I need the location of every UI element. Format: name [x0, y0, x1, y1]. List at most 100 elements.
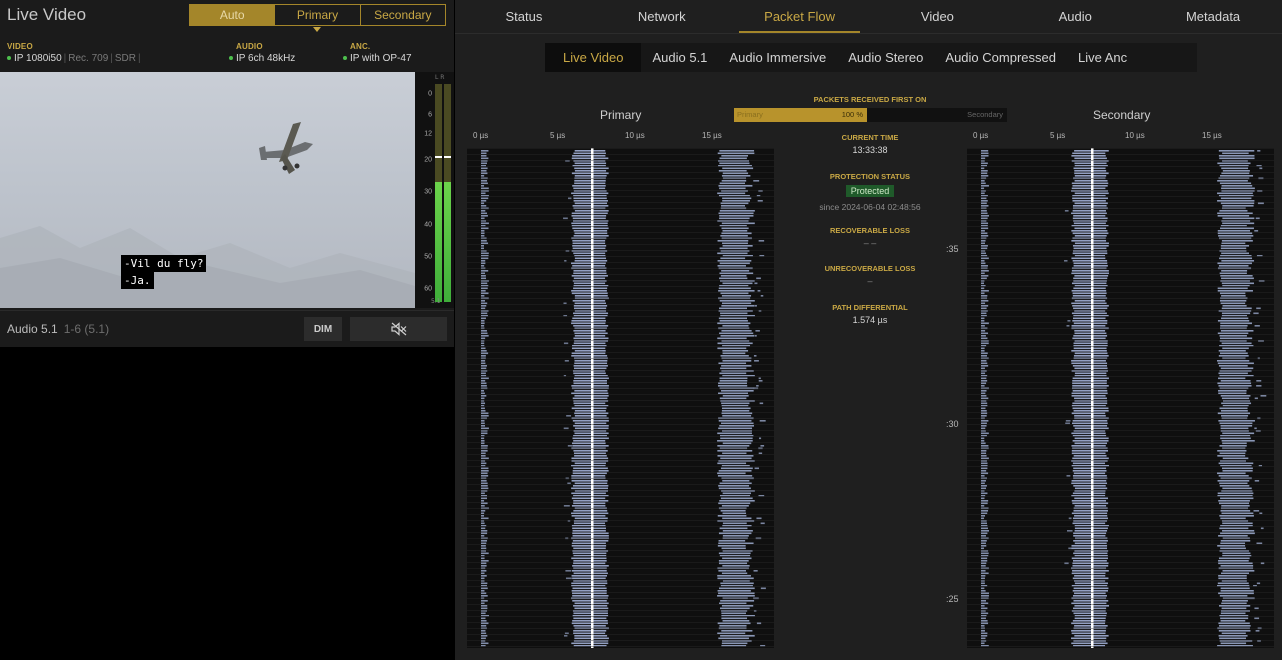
subtab-audio-compressed[interactable]: Audio Compressed: [934, 43, 1067, 72]
meter-peak: [444, 156, 451, 159]
current-time-block: CURRENT TIME 13:33:38: [800, 133, 940, 155]
tab-video[interactable]: Video: [868, 0, 1006, 33]
axis-label: 15 µs: [1202, 131, 1222, 140]
preview-panel: Live Video Auto Primary Secondary VIDEO …: [0, 0, 454, 347]
axis-label: 5 µs: [1050, 131, 1066, 140]
audio-signal-info: AUDIO IP 6ch 48kHz: [229, 42, 295, 64]
recoverable-loss-value: – –: [863, 238, 877, 248]
meter-tick: 20: [424, 156, 432, 164]
subtab-audio-5-1[interactable]: Audio 5.1: [641, 43, 718, 72]
protection-since: since 2024-06-04 02:48:56: [819, 202, 921, 212]
status-dot-icon: [343, 56, 347, 61]
mute-button[interactable]: [350, 317, 447, 341]
anc-format-value: IP with OP-47: [350, 53, 412, 64]
tab-packet-flow[interactable]: Packet Flow: [731, 0, 869, 33]
subtab-live-video[interactable]: Live Video: [545, 43, 642, 72]
source-mode-selector: Auto Primary Secondary: [189, 4, 446, 32]
unrecoverable-loss-block: UNRECOVERABLE LOSS –: [800, 264, 940, 286]
current-time-value: 13:33:38: [852, 145, 888, 155]
protection-status-block: PROTECTION STATUS Protected since 2024-0…: [800, 172, 940, 212]
unrecoverable-loss-heading: UNRECOVERABLE LOSS: [824, 264, 916, 273]
tab-metadata[interactable]: Metadata: [1144, 0, 1282, 33]
audio-level-meter: 0 6 12 20 30 40 50 60 L R 5.1: [415, 72, 454, 308]
mode-secondary-button[interactable]: Secondary: [361, 5, 445, 25]
meter-tick: 12: [424, 130, 432, 138]
axis-label: 5 µs: [550, 131, 566, 140]
packets-first-primary-pct: 100 %: [841, 110, 863, 119]
tab-status[interactable]: Status: [455, 0, 593, 33]
meter-fill: [444, 182, 451, 302]
tab-audio[interactable]: Audio: [1006, 0, 1144, 33]
audio-monitor-label: Audio 5.1 1-6 (5.1): [7, 322, 109, 336]
video-format: IP 1080i50 | Rec. 709 | SDR |: [7, 53, 143, 64]
protection-status-heading: PROTECTION STATUS: [829, 172, 911, 181]
meter-tick: 0: [428, 90, 432, 98]
meter-fill: [435, 182, 442, 302]
packets-first-primary-label: Primary: [737, 110, 763, 119]
meter-tick: 6: [428, 111, 432, 119]
video-dynamic-range: SDR: [114, 53, 137, 64]
meter-tick: 30: [424, 188, 432, 196]
packets-first-bar: Primary 100 % Secondary: [734, 108, 1007, 122]
packets-first-secondary: Secondary: [867, 108, 1007, 122]
subtitle-line: -Ja.: [121, 272, 154, 289]
recoverable-loss-heading: RECOVERABLE LOSS: [829, 226, 910, 235]
mode-auto-button[interactable]: Auto: [190, 5, 276, 25]
tab-network[interactable]: Network: [593, 0, 731, 33]
primary-packet-flow-plot: [467, 148, 774, 648]
video-format-value: IP 1080i50: [14, 53, 62, 64]
dim-button[interactable]: DIM: [304, 317, 342, 341]
left-panel: Live Video Auto Primary Secondary VIDEO …: [0, 0, 454, 660]
video-signal-info: VIDEO IP 1080i50 | Rec. 709 | SDR |: [7, 42, 143, 64]
current-time-heading: CURRENT TIME: [841, 133, 899, 142]
mode-primary-button[interactable]: Primary: [275, 5, 361, 32]
subtitle-overlay: -Vil du fly? -Ja.: [121, 255, 207, 289]
secondary-packet-flow-plot: [967, 148, 1274, 648]
recoverable-loss-block: RECOVERABLE LOSS – –: [800, 226, 940, 248]
meter-bar-left: [435, 84, 442, 302]
video-heading: VIDEO: [7, 42, 33, 51]
axis-label: 0 µs: [473, 131, 489, 140]
time-tick: :30: [946, 419, 959, 429]
meter-scale: 0 6 12 20 30 40 50 60: [415, 72, 433, 308]
axis-label: 10 µs: [1125, 131, 1145, 140]
meter-tick: 40: [424, 221, 432, 229]
anc-signal-info: ANC. IP with OP-47: [343, 42, 412, 64]
packets-first-primary-fill: Primary 100 %: [734, 108, 867, 122]
subtab-audio-stereo[interactable]: Audio Stereo: [837, 43, 934, 72]
path-differential-heading: PATH DIFFERENTIAL: [832, 303, 908, 312]
subtab-audio-immersive[interactable]: Audio Immersive: [718, 43, 837, 72]
speaker-muted-icon: [390, 322, 406, 336]
audio-heading: AUDIO: [236, 42, 263, 51]
audio-monitor-name: Audio 5.1: [7, 322, 58, 336]
anc-heading: ANC.: [350, 42, 371, 51]
subtab-live-anc[interactable]: Live Anc: [1067, 43, 1138, 72]
video-preview: -Vil du fly? -Ja.: [0, 72, 415, 308]
axis-label: 0 µs: [973, 131, 989, 140]
primary-title: Primary: [600, 108, 642, 122]
path-differential-value: 1.574 µs: [852, 315, 888, 325]
meter-bar-right: [444, 84, 451, 302]
subtitle-line: -Vil du fly?: [121, 255, 207, 272]
status-badge: Protected: [845, 185, 895, 197]
meter-channel-labels: L R: [435, 74, 445, 81]
packets-first-title: PACKETS RECEIVED FIRST ON: [813, 95, 927, 104]
audio-format-value: IP 6ch 48kHz: [236, 53, 296, 64]
time-tick: :25: [946, 594, 959, 604]
audio-monitor-channels: 1-6 (5.1): [63, 322, 110, 336]
axis-label: 10 µs: [625, 131, 645, 140]
status-dot-icon: [229, 56, 233, 61]
meter-tick: 60: [424, 285, 432, 293]
anc-format: IP with OP-47: [343, 53, 412, 64]
video-colorimetry: Rec. 709: [68, 53, 109, 64]
meter-tick: 50: [424, 253, 432, 261]
packets-first-secondary-label: Secondary: [967, 110, 1003, 119]
meter-footer: 5.1: [431, 298, 441, 305]
airplane-image: [259, 122, 313, 174]
audio-monitor-row: Audio 5.1 1-6 (5.1) DIM: [0, 310, 454, 347]
path-differential-block: PATH DIFFERENTIAL 1.574 µs: [800, 303, 940, 325]
time-tick: :35: [946, 244, 959, 254]
audio-format: IP 6ch 48kHz: [229, 53, 295, 64]
axis-label: 15 µs: [702, 131, 722, 140]
unrecoverable-loss-value: –: [867, 276, 873, 286]
